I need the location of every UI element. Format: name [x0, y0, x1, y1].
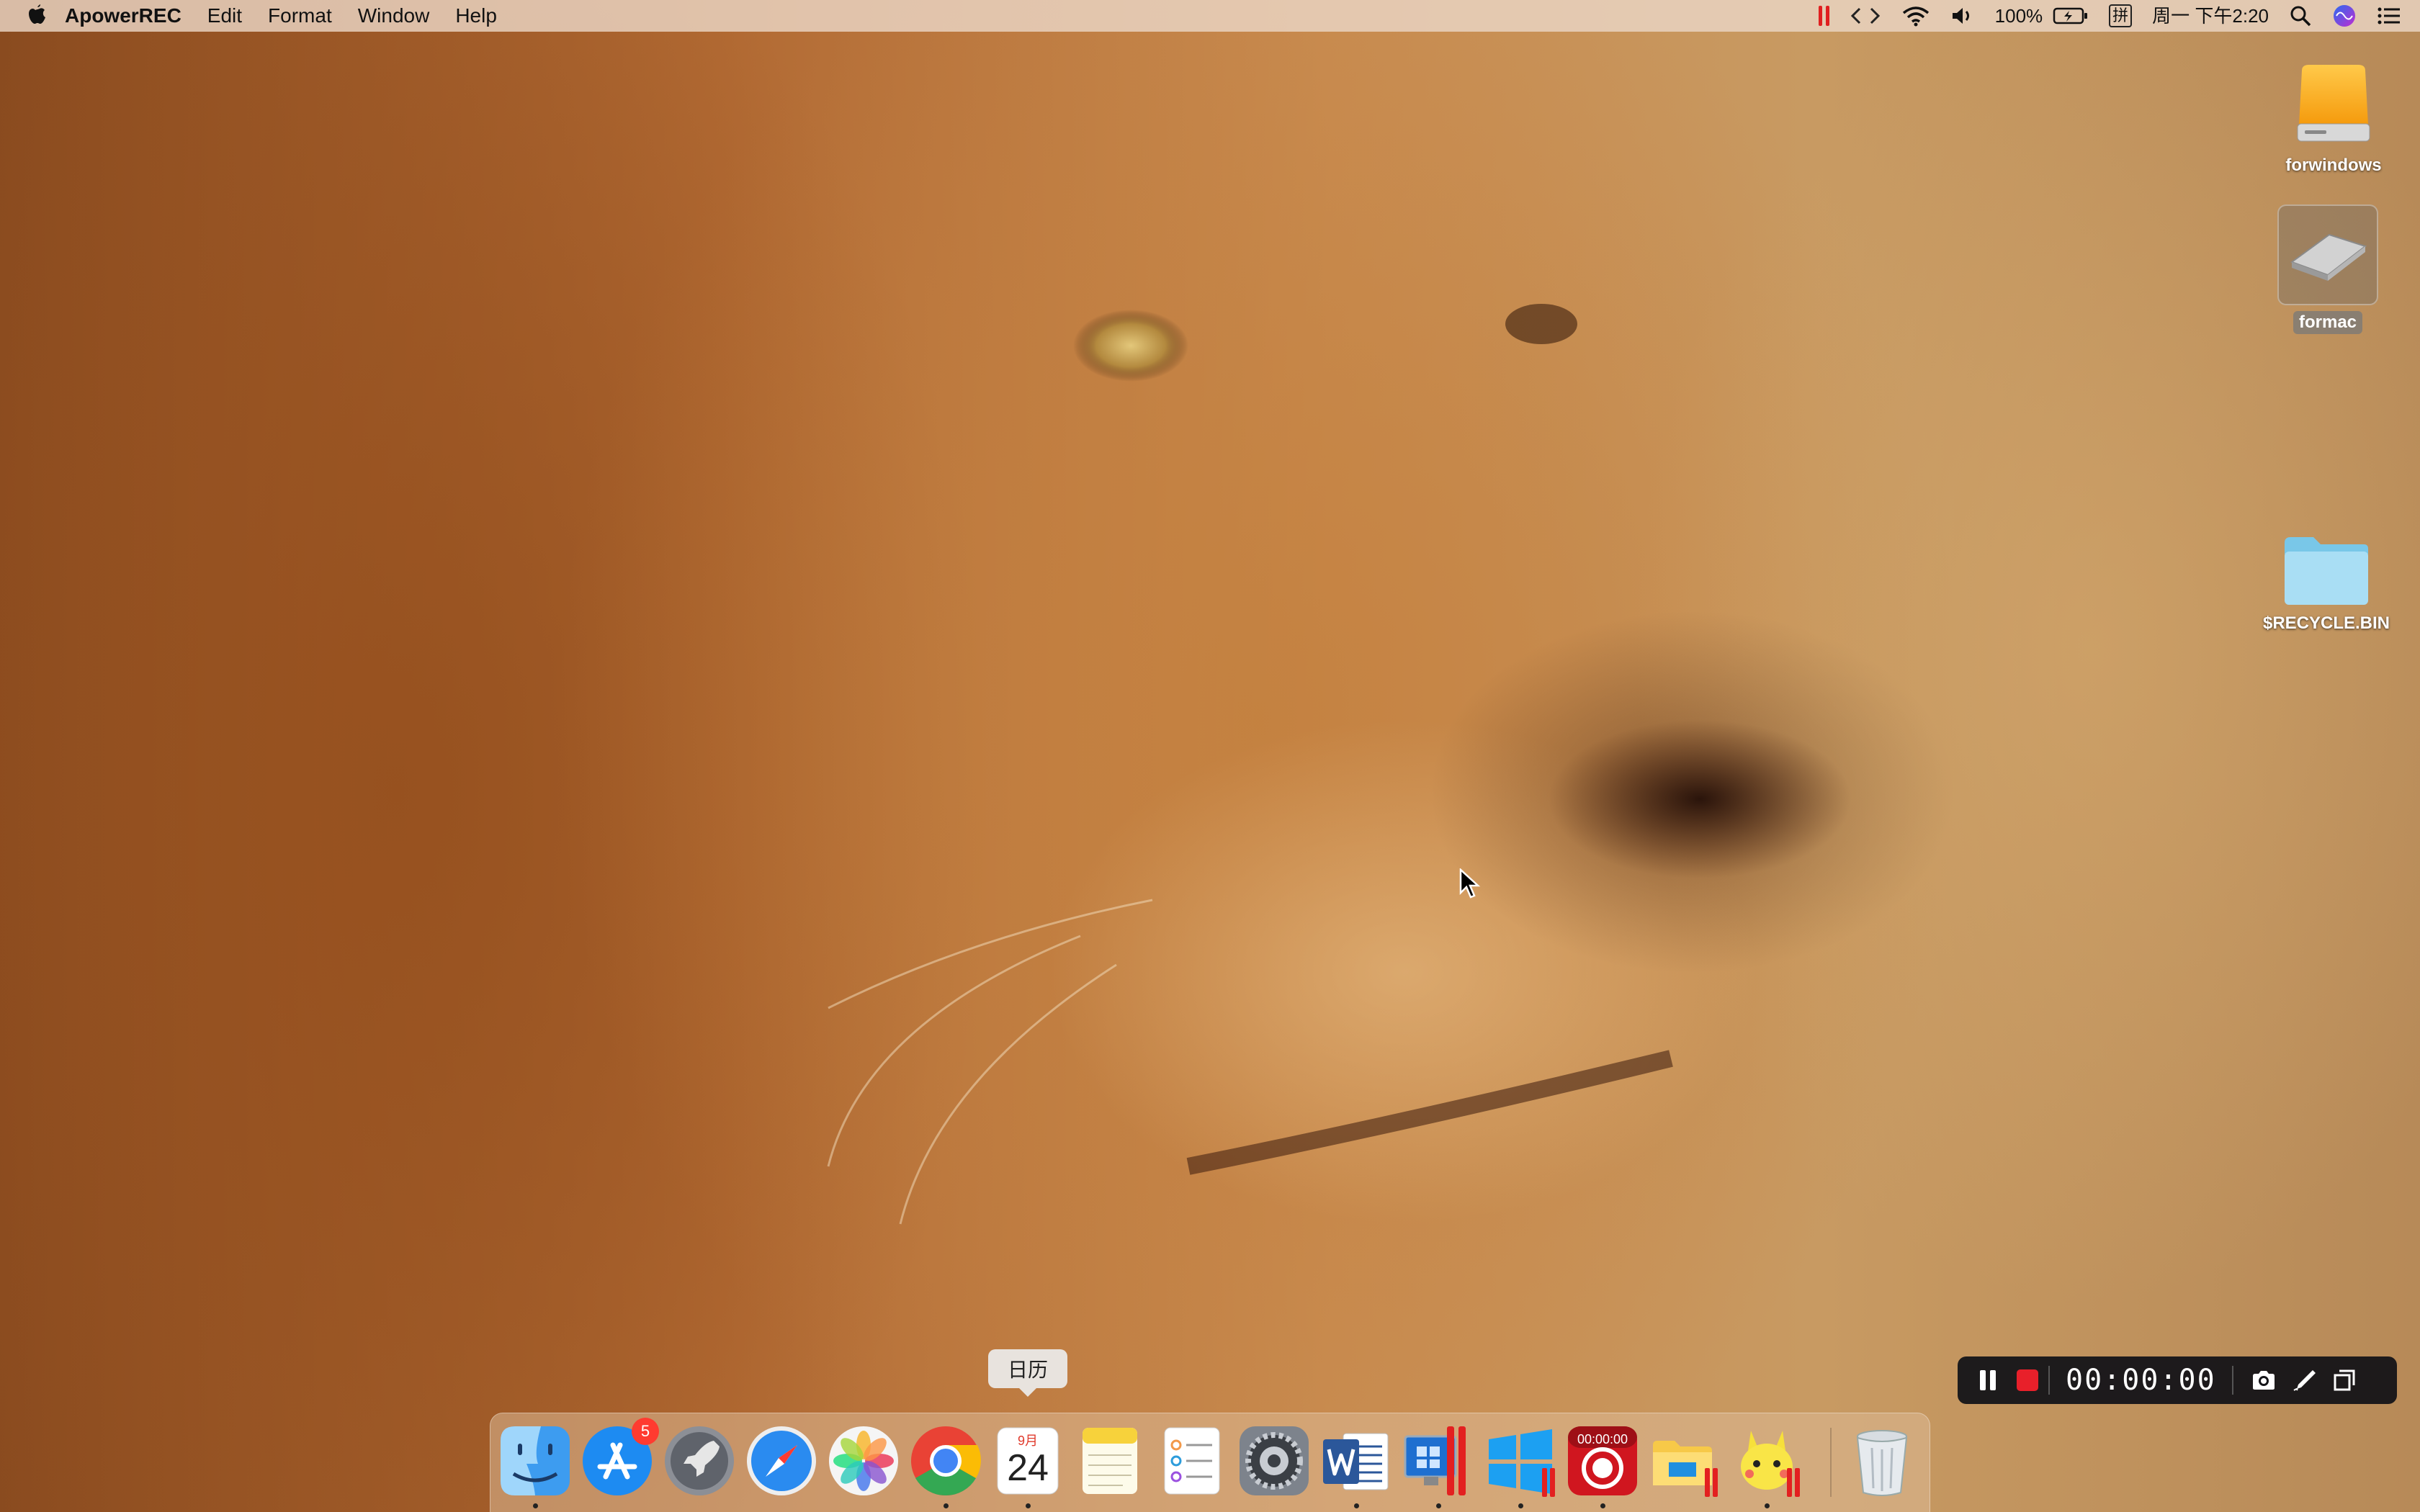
- recording-status-icon[interactable]: [1818, 6, 1829, 26]
- dock-item-app-store[interactable]: 5: [580, 1418, 659, 1498]
- dock-item-photos[interactable]: [826, 1423, 901, 1498]
- recbar-divider: [2048, 1366, 2050, 1395]
- menu-edit[interactable]: Edit: [194, 0, 255, 32]
- dock-separator: [1830, 1428, 1832, 1497]
- input-method-indicator[interactable]: 拼: [2109, 4, 2133, 27]
- recbar-divider: [2231, 1366, 2233, 1395]
- dock-item-safari[interactable]: [744, 1423, 819, 1498]
- desktop-icon-formac[interactable]: formac: [2277, 204, 2378, 334]
- dock-item-finder[interactable]: [498, 1423, 573, 1508]
- spotlight-search-icon[interactable]: [2289, 4, 2312, 27]
- dock-item-parallels[interactable]: [1401, 1423, 1476, 1508]
- screenshot-button[interactable]: [2246, 1363, 2281, 1398]
- dock-item-system-preferences[interactable]: [1237, 1423, 1312, 1498]
- recording-control-bar: 00:00:00: [1958, 1356, 2397, 1404]
- desktop-icon-label: formac: [2293, 311, 2363, 334]
- dock-item-word[interactable]: [1319, 1423, 1394, 1508]
- calendar-day: 24: [1007, 1447, 1049, 1489]
- icon-selection-highlight: [2277, 204, 2378, 305]
- dock-item-reminders[interactable]: [1155, 1423, 1229, 1498]
- launchpad-icon: [665, 1426, 734, 1495]
- desktop-icon-forwindows[interactable]: forwindows: [2269, 63, 2398, 176]
- dock-item-notes[interactable]: [1072, 1423, 1147, 1498]
- windows-icon: [1489, 1429, 1555, 1497]
- desktop-wallpaper: [0, 0, 2420, 1512]
- parallels-icon: [1404, 1426, 1466, 1495]
- battery-icon[interactable]: [2053, 6, 2089, 26]
- wifi-icon[interactable]: [1901, 5, 1930, 27]
- word-icon: [1323, 1433, 1389, 1490]
- code-brackets-icon[interactable]: [1850, 5, 1881, 27]
- region-toggle-button[interactable]: [2327, 1363, 2362, 1398]
- reminders-icon: [1164, 1427, 1220, 1495]
- dock: 5 9月 24 00:00:00: [490, 1413, 1930, 1512]
- trash-icon: [1856, 1430, 1908, 1496]
- menu-window[interactable]: Window: [345, 0, 443, 32]
- dock-item-launchpad[interactable]: [662, 1423, 737, 1498]
- menu-format[interactable]: Format: [255, 0, 345, 32]
- siri-icon[interactable]: [2332, 4, 2357, 28]
- notification-center-icon[interactable]: [2377, 5, 2401, 27]
- apple-menu-icon[interactable]: [19, 0, 52, 32]
- file-explorer-icon: [1653, 1441, 1718, 1497]
- battery-percentage: 100%: [1994, 5, 2043, 27]
- removable-drive-icon: [2290, 233, 2367, 281]
- volume-icon[interactable]: [1950, 5, 1975, 27]
- external-drive-icon: [2297, 65, 2370, 142]
- dock-item-calendar[interactable]: 9月 24: [990, 1423, 1065, 1508]
- menu-help[interactable]: Help: [442, 0, 510, 32]
- desktop-icon-label: forwindows: [2285, 156, 2382, 175]
- photos-icon: [829, 1426, 898, 1495]
- annotate-button[interactable]: [2287, 1363, 2321, 1398]
- safari-icon: [747, 1426, 816, 1495]
- app-name-menu[interactable]: ApowerREC: [52, 0, 194, 32]
- stop-recording-button[interactable]: [2017, 1369, 2038, 1391]
- recording-timer: 00:00:00: [2066, 1364, 2216, 1397]
- menubar-clock[interactable]: 周一 下午2:20: [2152, 0, 2269, 32]
- pause-recording-button[interactable]: [1972, 1364, 2004, 1396]
- camera-icon: [2252, 1371, 2275, 1390]
- dock-item-windows[interactable]: [1483, 1423, 1558, 1508]
- window-expand-icon: [2334, 1369, 2355, 1391]
- pen-icon: [2293, 1370, 2316, 1391]
- notes-icon: [1083, 1428, 1137, 1494]
- dock-recorder-timer: 00:00:00: [1577, 1432, 1628, 1446]
- dock-item-apowerrec[interactable]: 00:00:00: [1565, 1423, 1640, 1508]
- folder-icon: [2285, 537, 2368, 605]
- pikachu-icon: [1741, 1431, 1800, 1497]
- mouse-cursor-icon: [1459, 868, 1481, 899]
- chrome-icon: [911, 1426, 981, 1496]
- dock-tooltip: 日历: [988, 1349, 1067, 1397]
- app-store-badge: 5: [632, 1418, 659, 1445]
- menu-bar: ApowerREC Edit Format Window Help 100% 拼…: [0, 0, 2420, 32]
- dock-item-trash[interactable]: [1845, 1423, 1919, 1498]
- dock-item-chrome[interactable]: [908, 1423, 983, 1508]
- dock-item-file-explorer[interactable]: [1647, 1423, 1722, 1498]
- pause-icon: [1980, 1370, 1996, 1390]
- finder-icon: [501, 1426, 570, 1495]
- lion-wallpaper-art: [827, 304, 1851, 1225]
- dock-item-pikachu-app[interactable]: [1729, 1423, 1804, 1508]
- system-preferences-icon: [1240, 1426, 1309, 1495]
- desktop-icon-label: $RECYCLE.BIN: [2262, 613, 2390, 633]
- desktop-icon-recycle-bin[interactable]: $RECYCLE.BIN: [2254, 533, 2398, 634]
